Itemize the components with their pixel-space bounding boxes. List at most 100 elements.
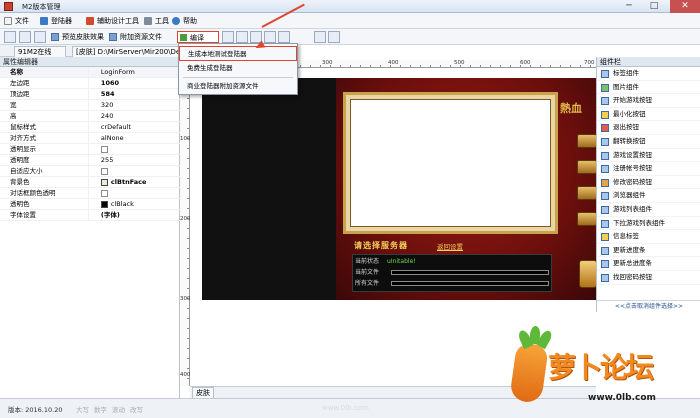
- property-value[interactable]: 584: [87, 88, 180, 100]
- property-value[interactable]: [87, 187, 180, 199]
- register-button[interactable]: [577, 160, 597, 174]
- save-icon[interactable]: [34, 31, 46, 43]
- property-value[interactable]: clBlack: [87, 198, 180, 210]
- version-label: 版本: 2016.10.20: [8, 406, 63, 414]
- property-row[interactable]: 左边距 1060: [0, 77, 180, 89]
- align-top-icon[interactable]: [264, 31, 276, 43]
- property-value[interactable]: [87, 165, 180, 177]
- transparent-display-checkbox[interactable]: [100, 145, 108, 153]
- preview-skin-button[interactable]: 预览皮肤效果: [50, 31, 104, 43]
- minimize-button[interactable]: ─: [618, 0, 640, 13]
- property-value[interactable]: LoginForm: [87, 67, 180, 78]
- property-row[interactable]: 宽 320: [0, 99, 180, 111]
- login-form-preview[interactable]: 熱血 请选择服务器 返回设置 当前状态 uInitable! 当前文件 所有文件: [202, 78, 597, 300]
- game-settings-button[interactable]: [577, 212, 597, 226]
- cancel-component-selection[interactable]: <<点击取消组件选择>>: [597, 300, 700, 312]
- component-item-label: 更新进度条: [613, 245, 646, 254]
- open-icon[interactable]: [19, 31, 31, 43]
- component-game-list[interactable]: 游戏列表组件: [597, 203, 700, 217]
- property-value[interactable]: clBtnFace: [87, 176, 180, 188]
- start-game-button[interactable]: [577, 134, 597, 148]
- property-row[interactable]: 顶边距 584: [0, 88, 180, 100]
- property-row[interactable]: 透明色 clBlack: [0, 198, 180, 210]
- property-name: 字体设置: [0, 209, 89, 221]
- component-flip[interactable]: 翻转换按钮: [597, 135, 700, 149]
- align-center-icon[interactable]: [236, 31, 248, 43]
- component-item-label: 游戏设置按钮: [613, 150, 652, 159]
- new-icon[interactable]: [4, 31, 16, 43]
- property-value[interactable]: 255: [87, 154, 180, 166]
- server-settings-link[interactable]: 返回设置: [437, 241, 463, 251]
- tab-skin-bottom[interactable]: 皮肤: [192, 387, 214, 398]
- property-value[interactable]: (字体): [87, 209, 180, 221]
- property-value[interactable]: 240: [87, 110, 180, 122]
- status-row: 当前状态 uInitable!: [355, 257, 416, 266]
- property-value[interactable]: 320: [87, 99, 180, 111]
- num-indicator: 数字: [94, 406, 107, 414]
- attach-resource-button[interactable]: 附加资源文件: [108, 31, 162, 43]
- watermark: www.0lb.com: [322, 404, 369, 412]
- property-row[interactable]: 自适应大小: [0, 165, 180, 177]
- menu-generate-local-test-launcher[interactable]: 生成本地测试登陆器: [179, 46, 297, 61]
- browser-frame-content: [350, 99, 551, 227]
- compile-button[interactable]: 编译: [177, 31, 219, 43]
- property-value[interactable]: [87, 143, 180, 155]
- password-component-icon: [601, 178, 609, 187]
- menu-login-label: 登陆器: [51, 17, 72, 25]
- dialog-transparent-checkbox[interactable]: [100, 189, 108, 197]
- change-password-button[interactable]: [577, 186, 597, 200]
- component-panel: 组件栏 标签组件 图片组件 开始游戏按钮 最小化按钮 退出按钮 翻转换按钮 游戏…: [596, 57, 700, 312]
- property-row[interactable]: 对话框颜色透明: [0, 187, 180, 199]
- property-row[interactable]: 透明显示: [0, 143, 180, 155]
- component-label[interactable]: 标签组件: [597, 67, 700, 81]
- component-total-progress[interactable]: 更新总进度条: [597, 257, 700, 271]
- property-name: 背景色: [0, 176, 89, 188]
- component-browser[interactable]: 浏览器组件: [597, 189, 700, 203]
- menu-commercial-attach-resources[interactable]: 商业登陆器附加资源文件: [179, 79, 297, 94]
- component-dropdown-game-list[interactable]: 下拉游戏列表组件: [597, 217, 700, 231]
- component-change-password[interactable]: 修改密码按钮: [597, 176, 700, 190]
- property-value[interactable]: crDefault: [87, 121, 180, 133]
- component-image[interactable]: 图片组件: [597, 81, 700, 95]
- property-row[interactable]: 鼠标样式 crDefault: [0, 121, 180, 133]
- align-left-icon[interactable]: [222, 31, 234, 43]
- autosize-checkbox[interactable]: [100, 167, 108, 175]
- tab-online[interactable]: 91M2在线: [14, 46, 66, 57]
- property-row[interactable]: 高 240: [0, 110, 180, 122]
- component-minimize[interactable]: 最小化按钮: [597, 108, 700, 122]
- menu-design-tools[interactable]: 辅助设计工具: [84, 15, 139, 27]
- menu-free-generate-launcher[interactable]: 免费生成登陆器: [179, 61, 297, 76]
- start-game-icon: [601, 97, 609, 106]
- menu-file[interactable]: 文件: [2, 15, 29, 27]
- component-start-game[interactable]: 开始游戏按钮: [597, 94, 700, 108]
- compile-icon: [180, 34, 187, 41]
- component-info-label[interactable]: 信息标签: [597, 230, 700, 244]
- property-row[interactable]: 对齐方式 alNone: [0, 132, 180, 144]
- menu-tools[interactable]: 工具: [142, 15, 169, 27]
- property-row[interactable]: 透明度 255: [0, 154, 180, 166]
- enter-game-button[interactable]: [579, 260, 597, 288]
- property-name: 名称: [0, 67, 89, 78]
- property-row[interactable]: 背景色 clBtnFace: [0, 176, 180, 188]
- align-middle-icon[interactable]: [278, 31, 290, 43]
- browser-frame[interactable]: [343, 92, 558, 234]
- grid-icon[interactable]: [314, 31, 326, 43]
- menu-help[interactable]: 帮助: [170, 15, 197, 27]
- close-button[interactable]: ✕: [670, 0, 700, 13]
- maximize-button[interactable]: □: [643, 0, 665, 13]
- login-icon: [40, 17, 48, 25]
- menu-login[interactable]: 登陆器: [38, 15, 72, 27]
- component-item-label: 游戏列表组件: [613, 204, 652, 213]
- property-value[interactable]: 1060: [87, 77, 180, 89]
- tab-skin[interactable]: [皮肤] D:\MirServer\Mir200\De: [72, 46, 190, 57]
- component-exit[interactable]: 退出按钮: [597, 121, 700, 135]
- component-register[interactable]: 注册帐号按钮: [597, 162, 700, 176]
- property-value[interactable]: alNone: [87, 132, 180, 144]
- component-game-settings[interactable]: 游戏设置按钮: [597, 149, 700, 163]
- property-row[interactable]: 名称 LoginForm: [0, 67, 180, 78]
- property-name: 透明度: [0, 154, 89, 166]
- snap-icon[interactable]: [328, 31, 340, 43]
- property-row[interactable]: 字体设置 (字体): [0, 209, 180, 221]
- component-update-progress[interactable]: 更新进度条: [597, 244, 700, 258]
- component-recover-password[interactable]: 找回密码按钮: [597, 271, 700, 285]
